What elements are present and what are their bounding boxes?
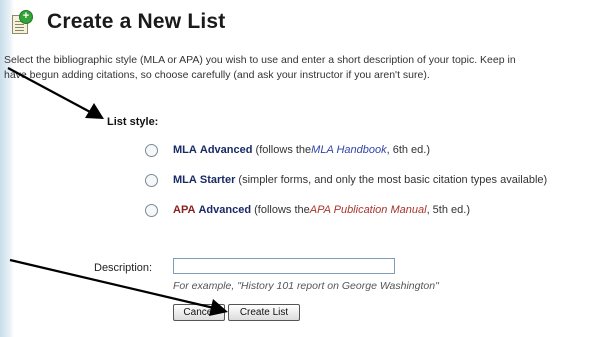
option-name-starter: Starter [199, 174, 236, 186]
cancel-button[interactable]: Cancel [173, 304, 225, 321]
mla-starter-radio[interactable] [145, 173, 158, 187]
option-mla-starter[interactable]: MLA Starter (simpler forms, and only the… [145, 172, 547, 188]
option-ref-mla-handbook: MLA Handbook [311, 144, 387, 156]
intro-line-1: Select the bibliographic style (MLA or A… [4, 54, 516, 66]
option-ref-apa-manual: APA Publication Manual [309, 204, 427, 216]
option-name-mla: MLA [173, 144, 197, 156]
left-edge-decoration [0, 0, 14, 337]
intro-text: Select the bibliographic style (MLA or A… [4, 53, 605, 83]
list-style-label: List style: [107, 116, 159, 128]
create-list-button[interactable]: Create List [228, 304, 300, 321]
description-hint: For example, "History 101 report on Geor… [173, 280, 439, 292]
description-label: Description: [94, 262, 153, 274]
option-desc-pre: (follows the [254, 204, 310, 216]
option-name-advanced: Advanced [199, 144, 253, 156]
option-apa-advanced[interactable]: APA Advanced (follows the APA Publicatio… [145, 202, 470, 218]
new-list-icon: + [12, 10, 33, 34]
option-name-apa: APA [173, 204, 196, 216]
option-name-advanced: Advanced [198, 204, 252, 216]
option-desc-post: , 5th ed.) [426, 204, 470, 216]
option-desc: (simpler forms, and only the most basic … [238, 174, 548, 186]
arrow-head-to-list-style [85, 103, 104, 119]
page-header: + Create a New List [12, 10, 225, 34]
option-name-mla: MLA [173, 174, 197, 186]
apa-advanced-radio[interactable] [145, 203, 158, 217]
mla-advanced-radio[interactable] [145, 143, 158, 157]
description-input[interactable] [173, 258, 395, 274]
option-desc-pre: (follows the [255, 144, 312, 156]
page-title: Create a New List [47, 10, 226, 33]
option-mla-advanced[interactable]: MLA Advanced (follows the MLA Handbook, … [145, 142, 430, 158]
option-desc-post: , 6th ed.) [386, 144, 431, 156]
intro-line-2: have begun adding citations, so choose c… [4, 69, 430, 81]
